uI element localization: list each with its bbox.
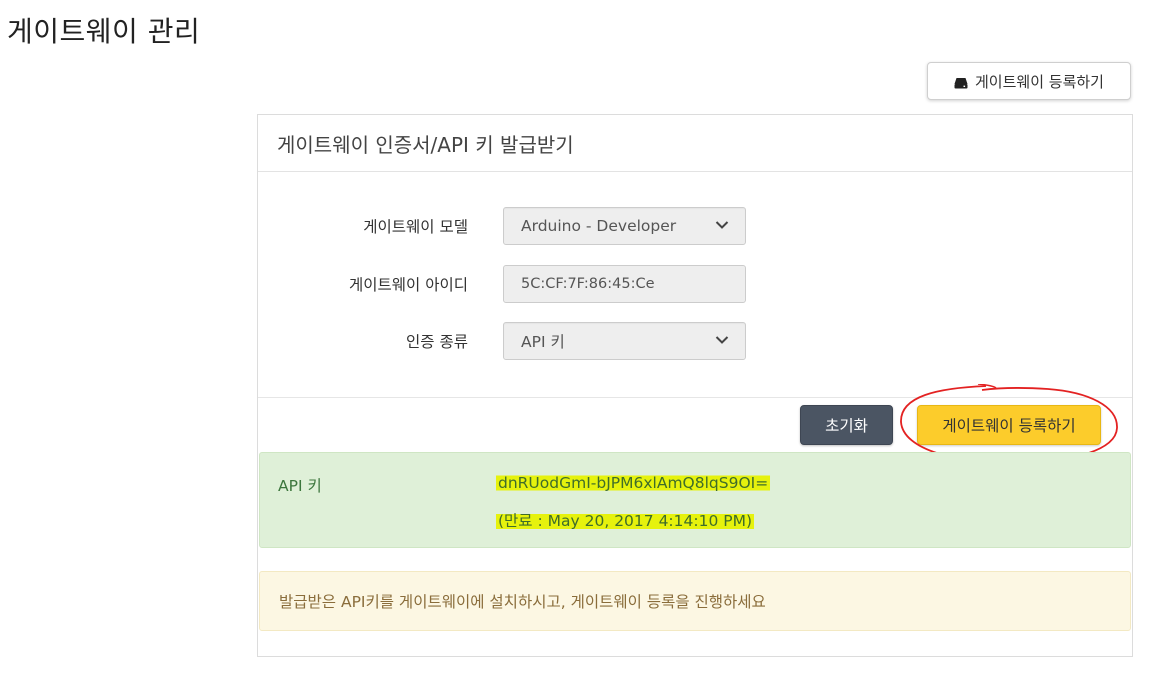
api-key-text: dnRUodGmI-bJPM6xlAmQ8lqS9OI= (496, 474, 771, 492)
chevron-down-icon (715, 336, 729, 344)
auth-type-select[interactable]: API 키 (503, 322, 746, 360)
top-register-gateway-label: 게이트웨이 등록하기 (975, 72, 1104, 91)
gateway-id-field[interactable]: 5C:CF:7F:86:45:Ce (503, 265, 746, 303)
form-actions: 초기화 게이트웨이 등록하기 (258, 384, 1132, 464)
install-notice: 발급받은 API키를 게이트웨이에 설치하시고, 게이트웨이 등록을 진행하세요 (259, 571, 1131, 631)
gateway-model-label: 게이트웨이 모델 (363, 218, 468, 236)
gateway-model-select[interactable]: Arduino - Developer (503, 207, 746, 245)
api-key-value: dnRUodGmI-bJPM6xlAmQ8lqS9OI= (496, 474, 771, 492)
hdd-icon (954, 75, 968, 89)
page-title: 게이트웨이 관리 (7, 15, 201, 48)
auth-type-value: API 키 (521, 333, 565, 351)
panel-heading: 게이트웨이 인증서/API 키 발급받기 (258, 115, 1132, 172)
api-key-expiry-text: (만료 : May 20, 2017 4:14:10 PM) (496, 512, 755, 530)
register-gateway-button[interactable]: 게이트웨이 등록하기 (917, 405, 1101, 445)
api-key-label: API 키 (278, 477, 322, 495)
auth-type-label: 인증 종류 (406, 333, 468, 351)
gateway-id-value: 5C:CF:7F:86:45:Ce (521, 276, 655, 292)
chevron-down-icon (715, 221, 729, 229)
api-key-result: API 키 dnRUodGmI-bJPM6xlAmQ8lqS9OI= (만료 :… (259, 452, 1131, 548)
gateway-id-label: 게이트웨이 아이디 (348, 276, 468, 294)
top-register-gateway-button[interactable]: 게이트웨이 등록하기 (927, 62, 1131, 100)
issue-credentials-panel: 게이트웨이 인증서/API 키 발급받기 게이트웨이 모델 Arduino - … (257, 114, 1133, 657)
reset-button[interactable]: 초기화 (800, 405, 893, 445)
credentials-form: 게이트웨이 모델 Arduino - Developer 게이트웨이 아이디 5… (258, 172, 1132, 398)
api-key-expiry: (만료 : May 20, 2017 4:14:10 PM) (496, 509, 755, 531)
gateway-model-value: Arduino - Developer (521, 217, 677, 235)
